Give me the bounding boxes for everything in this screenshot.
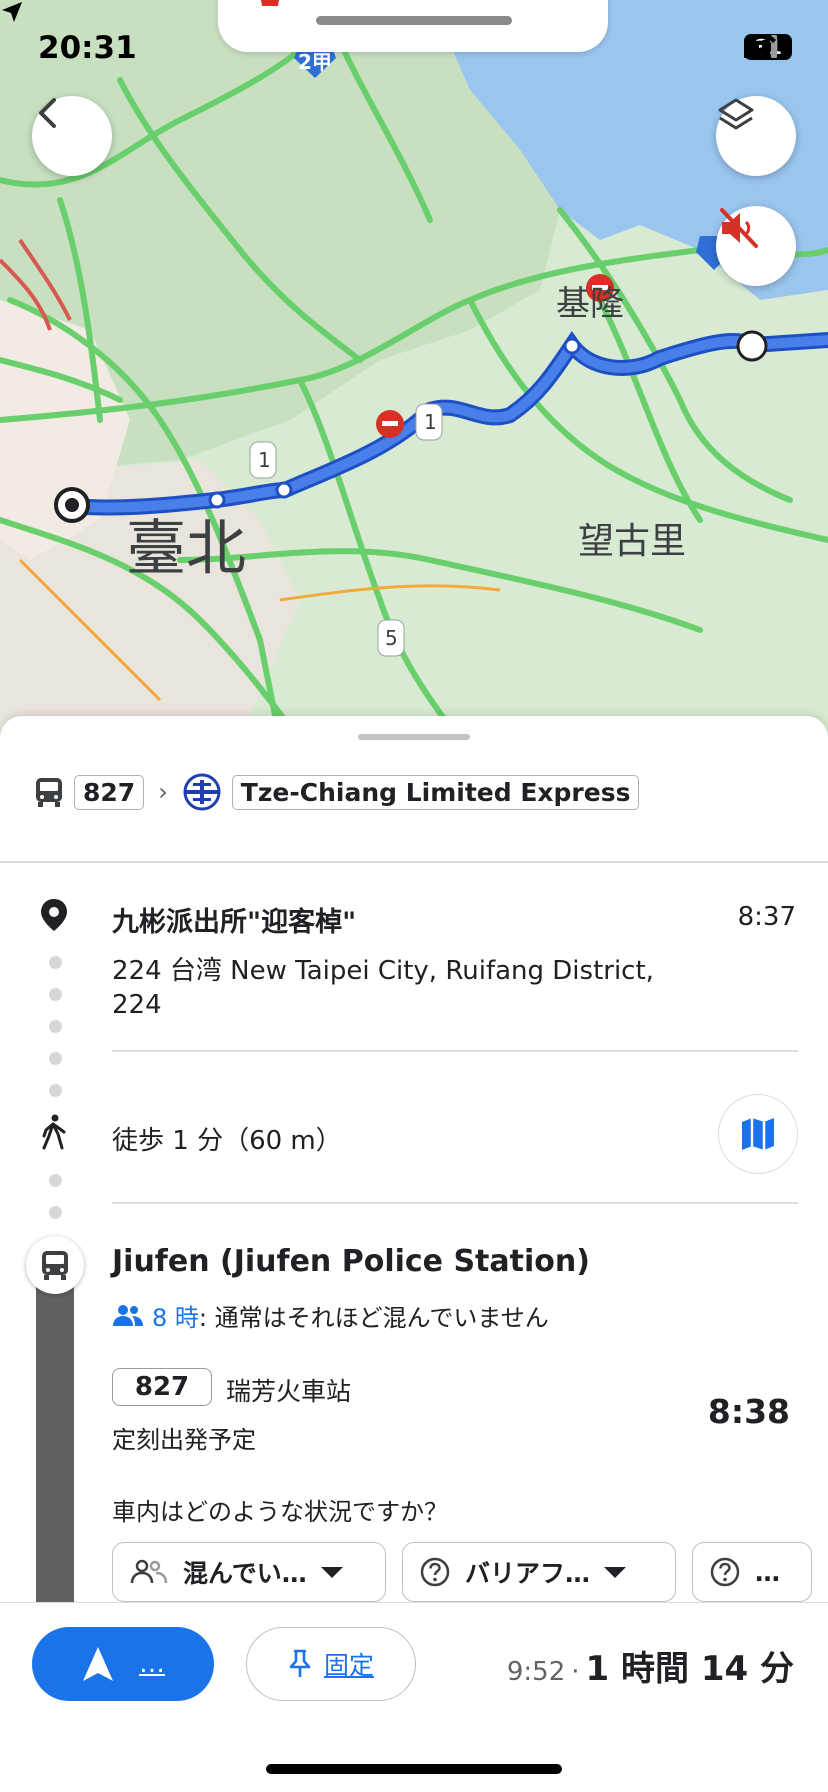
origin-time: 8:37 [737,902,796,932]
accessibility-label: バリアフ… [465,1559,591,1588]
back-icon [39,98,56,128]
wifi-icon [744,34,776,56]
path-dot [49,1052,62,1065]
eta-separator: · [571,1657,580,1687]
divider [112,1050,798,1052]
show-walk-map-button[interactable] [718,1094,798,1174]
start-navigation-button[interactable]: … [32,1627,214,1701]
taiwan-railway-icon [183,773,221,811]
layers-button[interactable] [716,96,796,176]
mute-button[interactable] [716,206,796,286]
layers-icon [718,98,754,130]
back-button[interactable] [32,96,112,176]
map-label-wangguli: 望古里 [578,521,687,562]
trip-duration: 1 時間 14 分 [585,1649,794,1689]
accessibility-dropdown[interactable]: バリアフ… [402,1542,676,1602]
crowded-dropdown[interactable]: 混んでい… [112,1542,386,1602]
pin-label: 固定 [323,1651,374,1680]
bus-icon [42,1251,68,1280]
status-time: 20:31 [38,30,137,66]
question-icon [710,1557,740,1587]
screen: 臺北 基隆 望古里 2甲 1 1 5 20:31 827 › Tze-Chian… [0,0,828,1792]
path-dot [49,1174,62,1187]
navigation-arrow-icon [83,1647,113,1681]
pin-trip-button[interactable]: 固定 [246,1627,416,1701]
chevron-right-icon: › [158,778,168,806]
status-icons: 81 [744,34,792,60]
transit-line [36,1286,74,1606]
dropdown-caret-icon [320,1566,343,1578]
dropdown-caret-icon [604,1566,627,1578]
path-dot [49,1206,62,1219]
schedule-status: 定刻出発予定 [112,1426,256,1454]
path-dot [49,1084,62,1097]
home-indicator[interactable] [266,1764,562,1774]
map-view[interactable]: 臺北 基隆 望古里 2甲 1 1 5 20:31 [0,0,828,740]
people-outline-icon [130,1559,168,1584]
map-canvas [0,0,828,740]
sheet-drag-handle[interactable] [358,734,470,740]
crowd-status: : 通常はそれほど混んでいません [198,1304,549,1332]
walking-icon [42,1114,66,1150]
divider [112,1202,798,1204]
origin-name: 九彬派出所"迎客棹" [112,907,357,938]
location-pin-icon [41,899,67,931]
bus-icon [36,778,62,807]
highway-shield-1a: 1 [258,448,271,472]
route-destination: 瑞芳火車站 [226,1377,352,1406]
highway-shield-1b: 1 [424,410,437,434]
route-number-chip: 827 [112,1368,212,1406]
path-dot [49,1020,62,1033]
map-icon [742,1118,774,1150]
map-label-keelung: 基隆 [556,284,624,324]
highway-shield-5: 5 [385,626,398,650]
notification-bar [316,16,512,25]
crowded-label: 混んでい… [183,1559,307,1588]
trip-eta: 9:52 · 1 時間 14 分 [507,1641,794,1690]
pushpin-icon [289,1649,311,1677]
question-icon [420,1557,450,1587]
people-icon [113,1304,143,1326]
feedback-options: 混んでい… バリアフ… … [112,1542,812,1602]
bus-route-chip: 827 [74,774,145,810]
path-dot [49,988,62,1001]
arrival-time: 9:52 [506,1657,566,1687]
notification-pill[interactable] [218,0,608,52]
more-feedback-label: … [755,1557,780,1587]
start-label: … [139,1649,165,1679]
bus-stop-marker [26,1236,84,1294]
route-summary[interactable]: 827 › Tze-Chiang Limited Express [34,772,640,812]
bell-muted-icon [261,0,279,6]
crowd-info: 8 時: 通常はそれほど混んでいません [112,1298,549,1333]
more-feedback-dropdown[interactable]: … [692,1542,812,1602]
map-label-taipei: 臺北 [126,514,246,584]
bus-stop-name: Jiufen (Jiufen Police Station) [112,1244,590,1279]
location-arrow-icon [2,2,22,22]
path-dot [49,956,62,969]
crowding-question: 車内はどのような状況ですか？ [112,1498,448,1526]
origin-address: 224 台湾 New Taipei City, Ruifang District… [112,956,654,1020]
train-name-chip: Tze-Chiang Limited Express [231,774,640,810]
crowd-hour: 8 時 [152,1304,199,1332]
divider [0,861,828,863]
departure-time: 8:38 [707,1392,790,1431]
mute-icon [720,208,758,248]
walk-duration: 徒歩 1 分（60 m） [112,1126,342,1156]
